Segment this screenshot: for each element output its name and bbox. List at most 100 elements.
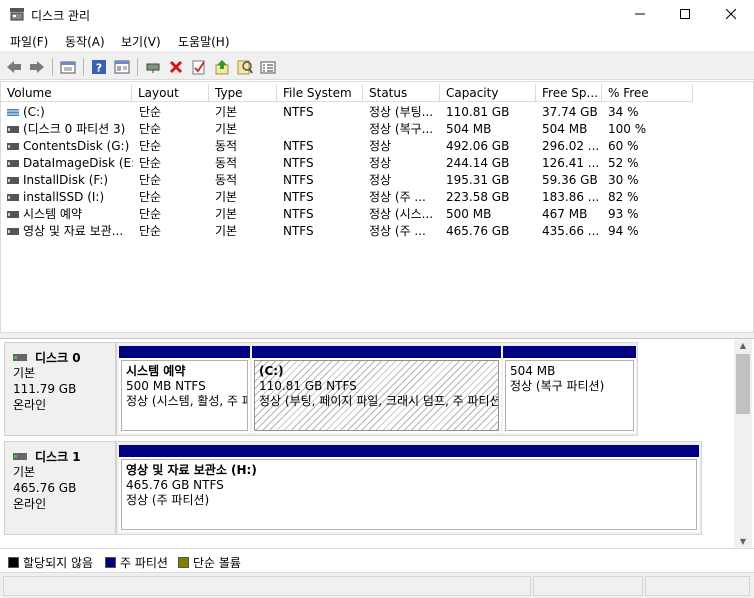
menu-action[interactable]: 동작(A): [65, 33, 105, 50]
help-icon: ?: [92, 60, 106, 75]
check-button[interactable]: [189, 57, 209, 77]
volume-icon: [7, 194, 19, 201]
properties-button[interactable]: [112, 57, 132, 77]
column-volume[interactable]: Volume: [1, 84, 132, 102]
partition-header: [503, 346, 636, 358]
volume-row[interactable]: (C:) 단순 기본 NTFS 정상 (부팅... 110.81 GB 37.74 GB 34…: [3, 104, 693, 121]
column-free-space[interactable]: Free Sp...: [536, 84, 602, 102]
disk-0-size: 111.79 GB: [13, 382, 77, 396]
cell-capacity: 500 MB: [446, 207, 492, 221]
back-button[interactable]: [4, 57, 24, 77]
maximize-button[interactable]: [662, 0, 708, 30]
column-status[interactable]: Status: [363, 84, 440, 102]
cell-type: 기본: [215, 224, 238, 238]
cell-free: 296.02 ...: [542, 139, 600, 153]
scroll-thumb[interactable]: [736, 354, 750, 414]
status-bar: [0, 572, 754, 598]
toolbar-separator: [137, 58, 138, 76]
volume-icon: [7, 143, 19, 150]
cell-type: 기본: [215, 105, 238, 119]
delete-button[interactable]: [166, 57, 186, 77]
cell-layout: 단순: [139, 122, 162, 136]
striped-volume-icon: [7, 109, 19, 116]
cell-layout: 단순: [139, 105, 162, 119]
scroll-up-arrow-icon[interactable]: ▲: [734, 339, 752, 353]
svg-text:?: ?: [96, 62, 102, 75]
legend-swatch: [105, 557, 116, 568]
volume-row[interactable]: (디스크 0 파티션 3) 단순 기본 정상 (복구... 504 MB 504 MB 10…: [3, 121, 693, 138]
volume-row[interactable]: installSSD (I:) 단순 기본 NTFS 정상 (주 ... 223.58 G…: [3, 189, 693, 206]
volume-icon: [7, 177, 19, 184]
cell-pct: 52 %: [608, 156, 639, 170]
close-button[interactable]: [708, 0, 754, 30]
partition-archive-h[interactable]: 영상 및 자료 보관소 (H:) 465.76 GB NTFS 정상 (주 파티…: [119, 445, 699, 532]
legend-simple-volume: 단순 볼륨: [178, 554, 241, 571]
volume-row[interactable]: ContentsDisk (G:) 단순 동적 NTFS 정상 492.06 GB 296.…: [3, 138, 693, 155]
cell-capacity: 492.06 GB: [446, 139, 510, 153]
volume-row[interactable]: DataImageDisk (E:) 단순 동적 NTFS 정상 244.14 GB 126…: [3, 155, 693, 172]
cell-free: 435.66 ...: [542, 224, 600, 238]
disk-1-label[interactable]: 디스크 1 기본 465.76 GB 온라인: [4, 441, 116, 535]
forward-button[interactable]: [27, 57, 47, 77]
vertical-scrollbar[interactable]: ▲ ▼: [734, 339, 752, 549]
disk-1-size: 465.76 GB: [13, 481, 77, 495]
partition-status: 정상 (복구 파티션): [510, 379, 605, 393]
partition-size: 110.81 GB NTFS: [259, 379, 357, 393]
disk-1-type: 기본: [13, 465, 36, 479]
column-capacity[interactable]: Capacity: [440, 84, 536, 102]
close-icon: [725, 8, 737, 20]
cell-fs: NTFS: [283, 224, 314, 238]
cell-layout: 단순: [139, 190, 162, 204]
find-button[interactable]: [235, 57, 255, 77]
cell-volume: installSSD (I:): [23, 190, 105, 204]
status-pane-main: [3, 576, 531, 596]
disk-0-name: 디스크 0: [35, 350, 81, 365]
volume-row[interactable]: InstallDisk (F:) 단순 동적 NTFS 정상 195.31 GB 59.36…: [3, 172, 693, 189]
connect-drive-button[interactable]: [143, 57, 163, 77]
forward-icon: [30, 61, 44, 73]
cell-volume: 영상 및 자료 보관...: [23, 224, 124, 238]
menu-help[interactable]: 도움말(H): [178, 33, 230, 50]
rescan-button[interactable]: [212, 57, 232, 77]
partition-status: 정상 (시스템, 활성, 주 파티션): [126, 394, 247, 408]
volume-row[interactable]: 시스템 예약 단순 기본 NTFS 정상 (시스... 500 MB 467 MB 93 %: [3, 206, 693, 223]
help-button[interactable]: ?: [89, 57, 109, 77]
partition-header: [119, 346, 250, 358]
cell-layout: 단순: [139, 156, 162, 170]
partition-recovery[interactable]: 504 MB 정상 (복구 파티션): [503, 346, 636, 433]
menu-file[interactable]: 파일(F): [10, 33, 48, 50]
minimize-button[interactable]: [617, 0, 663, 30]
cell-pct: 82 %: [608, 190, 639, 204]
toolbar: ?: [0, 52, 754, 80]
disk-0-label[interactable]: 디스크 0 기본 111.79 GB 온라인: [4, 342, 116, 436]
partition-size: 500 MB NTFS: [126, 379, 206, 393]
check-icon: [192, 60, 205, 75]
column-layout[interactable]: Layout: [132, 84, 209, 102]
volume-row[interactable]: 영상 및 자료 보관... 단순 기본 NTFS 정상 (주 ... 465.76 GB 4…: [3, 223, 693, 240]
partition-system-reserved[interactable]: 시스템 예약 500 MB NTFS 정상 (시스템, 활성, 주 파티션): [119, 346, 250, 433]
column-type[interactable]: Type: [209, 84, 277, 102]
column-percent-free[interactable]: % Free: [602, 84, 693, 102]
legend-primary-partition: 주 파티션: [105, 554, 168, 571]
disk-1-partition-bar: 영상 및 자료 보관소 (H:) 465.76 GB NTFS 정상 (주 파티…: [116, 441, 702, 535]
cell-volume: ContentsDisk (G:): [23, 139, 130, 153]
settings-icon: [260, 61, 276, 74]
column-file-system[interactable]: File System: [277, 84, 363, 102]
cell-fs: NTFS: [283, 190, 314, 204]
partition-name: 영상 및 자료 보관소 (H:): [126, 463, 257, 477]
cell-type: 기본: [215, 122, 238, 136]
scroll-down-arrow-icon[interactable]: ▼: [734, 535, 752, 549]
cell-capacity: 110.81 GB: [446, 105, 510, 119]
settings-button[interactable]: [258, 57, 278, 77]
minimize-icon: [635, 13, 645, 15]
legend-unallocated: 할당되지 않음: [8, 554, 93, 571]
up-level-button[interactable]: [58, 57, 78, 77]
cell-volume: 시스템 예약: [23, 207, 83, 221]
volume-icon: [7, 211, 19, 218]
connect-drive-icon: [146, 63, 160, 73]
partition-c-drive[interactable]: (C:) 110.81 GB NTFS 정상 (부팅, 페이지 파일, 크래시 …: [252, 346, 501, 433]
cell-capacity: 195.31 GB: [446, 173, 510, 187]
cell-volume: (C:): [23, 105, 45, 119]
cell-pct: 34 %: [608, 105, 639, 119]
menu-view[interactable]: 보기(V): [121, 33, 161, 50]
